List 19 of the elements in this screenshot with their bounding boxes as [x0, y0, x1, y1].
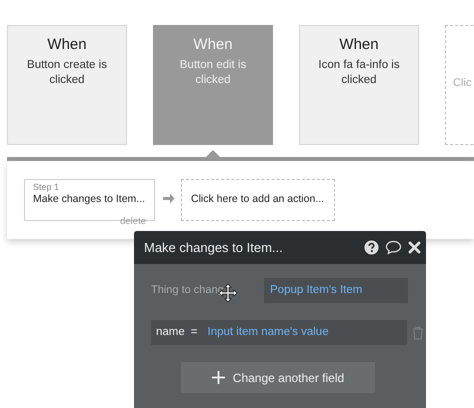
- thing-to-change-field[interactable]: Popup Item's Item: [264, 278, 408, 303]
- change-another-field-button[interactable]: Change another field: [181, 362, 375, 393]
- event-title: When: [192, 36, 234, 54]
- event-card[interactable]: When Icon fa fa-info is clicked: [299, 25, 419, 145]
- popup-title: Make changes to Item...: [144, 238, 284, 257]
- event-description: Button create is clicked: [26, 58, 108, 88]
- field-value[interactable]: Input item name's value: [208, 324, 329, 342]
- event-card[interactable]: When Button create is clicked: [7, 25, 127, 145]
- field-name: name: [156, 324, 185, 340]
- event-title: When: [338, 36, 380, 54]
- equals-sign: =: [190, 324, 198, 340]
- event-title: When: [46, 36, 88, 54]
- add-action-button[interactable]: Click here to add an action...: [181, 179, 335, 221]
- add-event-card[interactable]: Clic: [445, 25, 474, 145]
- step-number: Step 1: [33, 182, 60, 193]
- step-name: Make changes to Item...: [33, 192, 146, 206]
- event-description: Button edit is clicked: [178, 58, 248, 88]
- field-assignment-row[interactable]: name = Input item name's value: [151, 320, 407, 345]
- event-description: Icon fa fa-info is clicked: [317, 58, 401, 88]
